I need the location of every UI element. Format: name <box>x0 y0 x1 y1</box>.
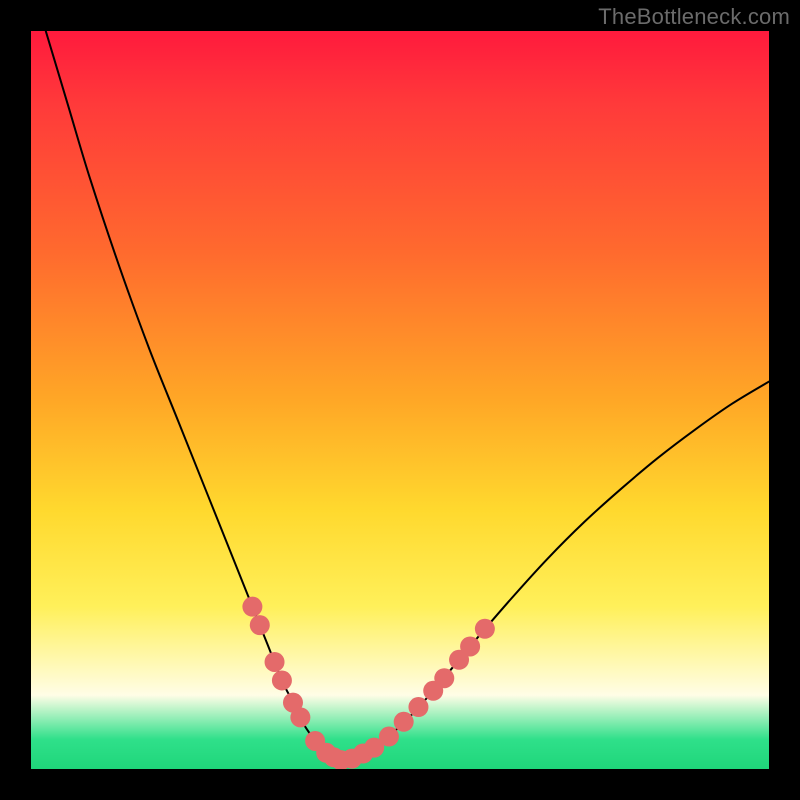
watermark-text: TheBottleneck.com <box>598 4 790 30</box>
curve-marker <box>290 707 310 727</box>
plot-area <box>31 31 769 769</box>
curve-marker <box>250 615 270 635</box>
curve-marker <box>408 697 428 717</box>
curve-marker <box>475 619 495 639</box>
curve-markers <box>242 597 494 769</box>
curve-marker <box>379 727 399 747</box>
chart-container: TheBottleneck.com <box>0 0 800 800</box>
curve-marker <box>434 668 454 688</box>
curve-marker <box>265 652 285 672</box>
curve-marker <box>242 597 262 617</box>
bottleneck-curve-svg <box>31 31 769 769</box>
curve-marker <box>394 712 414 732</box>
curve-marker <box>460 636 480 656</box>
curve-marker <box>272 670 292 690</box>
bottleneck-curve <box>46 31 769 760</box>
